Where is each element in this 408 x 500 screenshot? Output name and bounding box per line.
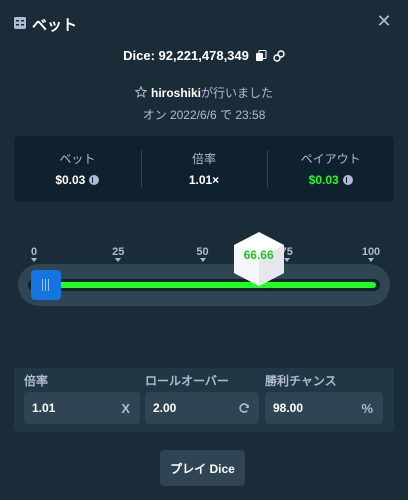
close-icon[interactable]: ✕ (376, 12, 392, 30)
tick-label-25: 25 (112, 246, 125, 258)
modal-header: ベット ✕ (0, 0, 408, 46)
win-chance-field-label: 勝利チャンス (265, 374, 337, 388)
payout-label: ペイアウト (300, 152, 361, 166)
litecoin-icon (342, 175, 353, 185)
tick-pointer (115, 258, 122, 262)
multiplier-field: 倍率 X (24, 368, 140, 424)
multiplier-suffix: X (121, 401, 130, 416)
bet-datetime: オン 2022/6/6 で 23:58 (142, 108, 266, 122)
stat-multiplier: 倍率 1.01× (140, 136, 268, 202)
rollover-field: ロールオーバー (145, 368, 259, 424)
multiplier-label: 倍率 (192, 152, 217, 166)
slider-track (18, 264, 390, 306)
bet-stats-panel: ベット $0.03 倍率 1.01× ペイアウト $0.03 (14, 136, 394, 202)
percent-suffix: % (361, 401, 373, 416)
rollover-input[interactable] (145, 401, 225, 415)
tick-label-50: 50 (196, 246, 209, 258)
refresh-icon[interactable] (238, 402, 250, 414)
tick-pointer (31, 258, 37, 262)
bet-slip-icon (14, 17, 26, 29)
placed-by-suffix: が行いました (201, 86, 274, 100)
tick-pointer (283, 258, 290, 262)
rollover-field-label: ロールオーバー (145, 374, 229, 388)
tick-pointer (368, 258, 374, 262)
slider-ticks: 0 25 50 75 100 (0, 246, 408, 262)
result-dice: 66.66 (233, 232, 284, 286)
slider-handle[interactable] (30, 270, 61, 300)
star-icon (134, 86, 147, 98)
win-chance-field: 勝利チャンス % (265, 368, 383, 424)
game-id-row: Dice: 92,221,478,349 (0, 48, 408, 63)
modal-title: ベット (32, 17, 78, 34)
bet-controls: 倍率 X ロールオーバー 勝利チャンス % (14, 368, 394, 432)
win-range (40, 282, 376, 288)
result-value: 66.66 (243, 248, 274, 262)
tick-label-0: 0 (30, 246, 38, 258)
play-dice-button[interactable]: プレイ Dice (160, 450, 245, 486)
username[interactable]: hiroshiki (151, 86, 201, 100)
payout-value: $0.03 (308, 173, 339, 187)
slider-bar[interactable] (28, 279, 380, 291)
multiplier-field-label: 倍率 (24, 374, 49, 388)
tick-pointer (199, 258, 206, 262)
win-chance-input[interactable] (265, 401, 345, 415)
copy-icon[interactable] (255, 49, 267, 62)
bet-label: ベット (59, 152, 96, 166)
bet-value: $0.03 (55, 173, 86, 187)
litecoin-icon (89, 175, 100, 185)
multiplier-value: 1.01× (188, 173, 220, 187)
link-icon[interactable] (273, 49, 285, 62)
placed-by-line: hiroshikiが行いました (0, 84, 408, 101)
stat-bet: ベット $0.03 (14, 136, 141, 202)
game-id-text: Dice: 92,221,478,349 (123, 48, 249, 63)
tick-label-100: 100 (361, 246, 381, 258)
multiplier-input[interactable] (24, 401, 104, 415)
stat-payout: ペイアウト $0.03 (267, 136, 394, 202)
